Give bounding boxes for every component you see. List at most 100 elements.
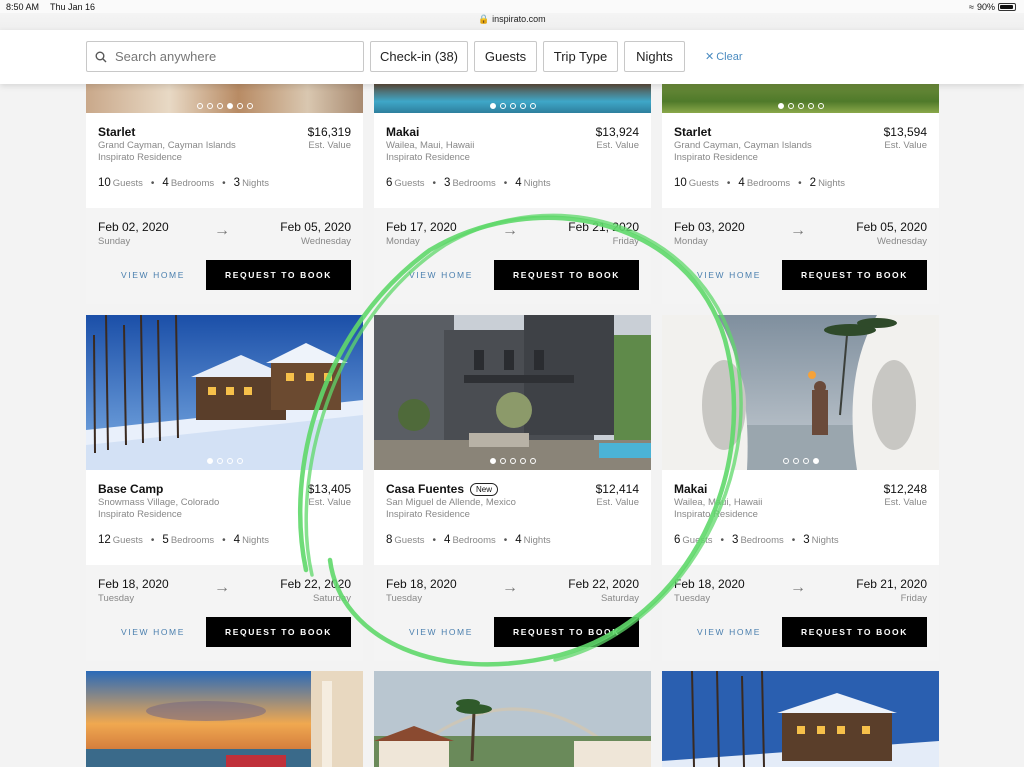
property-photo[interactable]	[662, 671, 939, 767]
checkout-date: Feb 21, 2020	[568, 220, 639, 234]
property-card[interactable]	[374, 671, 651, 767]
property-stats: 8 Guests • 4 Bedrooms • 4 Nights	[386, 534, 551, 546]
property-price: $12,414	[595, 482, 639, 496]
property-photo[interactable]	[86, 671, 363, 767]
property-stats: 10 Guests • 4 Bedrooms • 3 Nights	[98, 177, 269, 189]
search-icon	[95, 51, 107, 62]
view-home-link[interactable]: VIEW HOME	[409, 270, 473, 280]
checkout-date: Feb 05, 2020	[856, 220, 927, 234]
photo-carousel-dots[interactable]	[662, 458, 939, 464]
arrow-right-icon: →	[214, 222, 230, 239]
property-name[interactable]: Starlet	[674, 125, 711, 139]
checkout-date: Feb 21, 2020	[856, 577, 927, 591]
property-info: Starlet Grand Cayman, Cayman Islands Insp…	[86, 113, 363, 208]
checkin-date: Feb 03, 2020	[674, 220, 745, 234]
trip-type-filter-button[interactable]: Trip Type	[543, 41, 618, 72]
property-price: $13,594	[883, 125, 927, 139]
property-photo[interactable]	[86, 315, 363, 470]
sunset-ocean-photo	[86, 671, 363, 767]
view-home-link[interactable]: VIEW HOME	[409, 627, 473, 637]
checkout-day: Saturday	[312, 593, 351, 604]
checkin-day: Tuesday	[98, 593, 135, 604]
photo-carousel-dots[interactable]	[86, 103, 363, 109]
checkin-day: Sunday	[98, 236, 131, 247]
property-card[interactable]	[86, 671, 363, 767]
request-to-book-button[interactable]: REQUEST TO BOOK	[206, 260, 351, 290]
photo-carousel-dots[interactable]	[662, 103, 939, 109]
booking-dates: Feb 18, 2020 Tuesday → Feb 21, 2020 Frid…	[662, 565, 939, 661]
view-home-link[interactable]: VIEW HOME	[121, 627, 185, 637]
property-name[interactable]: Starlet	[98, 125, 135, 139]
property-location: Grand Cayman, Cayman Islands Inspirato Re…	[98, 140, 236, 163]
property-location: Wailea, Maui, Hawaii Inspirato Residence	[674, 497, 763, 520]
winter-lodge-photo	[662, 671, 939, 767]
property-card[interactable]: Starlet Grand Cayman, Cayman Islands Insp…	[86, 84, 363, 304]
checkin-filter-button[interactable]: Check-in (38)	[370, 41, 468, 72]
property-info: Casa Fuentes New San Miguel de Allende, M…	[374, 470, 651, 565]
request-to-book-button[interactable]: REQUEST TO BOOK	[494, 617, 639, 647]
booking-dates: Feb 17, 2020 Monday → Feb 21, 2020 Frida…	[374, 208, 651, 304]
address-bar[interactable]: 🔒 inspirato.com	[0, 14, 1024, 25]
est-value-label: Est. Value	[596, 497, 639, 508]
request-to-book-button[interactable]: REQUEST TO BOOK	[494, 260, 639, 290]
checkout-day: Friday	[900, 593, 927, 604]
property-name[interactable]: Makai	[674, 482, 707, 496]
checkout-date: Feb 22, 2020	[280, 577, 351, 591]
booking-dates: Feb 18, 2020 Tuesday → Feb 22, 2020 Satu…	[86, 565, 363, 661]
checkin-date: Feb 02, 2020	[98, 220, 169, 234]
checkout-date: Feb 22, 2020	[568, 577, 639, 591]
request-to-book-button[interactable]: REQUEST TO BOOK	[782, 260, 927, 290]
property-stats: 6 Guests • 3 Bedrooms • 4 Nights	[386, 177, 551, 189]
checkin-day: Monday	[386, 236, 420, 247]
request-to-book-button[interactable]: REQUEST TO BOOK	[206, 617, 351, 647]
search-input[interactable]	[115, 49, 355, 64]
clear-label: Clear	[716, 50, 743, 63]
status-date: Thu Jan 16	[50, 2, 96, 12]
clear-filters-link[interactable]: ✕ Clear	[705, 50, 743, 64]
arch-lanai-photo	[662, 315, 939, 470]
property-photo[interactable]	[662, 84, 939, 113]
property-name[interactable]: Base Camp	[98, 482, 163, 496]
property-info: Makai Wailea, Maui, Hawaii Inspirato Resi…	[374, 113, 651, 208]
close-icon: ✕	[705, 51, 715, 63]
checkin-date: Feb 18, 2020	[674, 577, 745, 591]
checkin-date: Feb 18, 2020	[386, 577, 457, 591]
checkout-day: Wednesday	[877, 236, 927, 247]
property-name[interactable]: Casa Fuentes New	[386, 482, 499, 496]
view-home-link[interactable]: VIEW HOME	[121, 270, 185, 280]
photo-carousel-dots[interactable]	[374, 103, 651, 109]
view-home-link[interactable]: VIEW HOME	[697, 270, 761, 280]
property-card[interactable]: Starlet Grand Cayman, Cayman Islands Insp…	[662, 84, 939, 304]
search-box[interactable]	[86, 41, 364, 72]
guests-filter-button[interactable]: Guests	[474, 41, 537, 72]
property-photo[interactable]	[374, 84, 651, 113]
property-stats: 6 Guests • 3 Bedrooms • 3 Nights	[674, 534, 839, 546]
booking-dates: Feb 18, 2020 Tuesday → Feb 22, 2020 Satu…	[374, 565, 651, 661]
view-home-link[interactable]: VIEW HOME	[697, 627, 761, 637]
nights-filter-button[interactable]: Nights	[624, 41, 685, 72]
property-card[interactable]: Makai Wailea, Maui, Hawaii Inspirato Resi…	[374, 84, 651, 304]
photo-carousel-dots[interactable]	[86, 458, 363, 464]
property-photo[interactable]	[374, 315, 651, 470]
property-name[interactable]: Makai	[386, 125, 419, 139]
property-photo[interactable]	[374, 671, 651, 767]
photo-carousel-dots[interactable]	[374, 458, 651, 464]
property-card[interactable]	[662, 671, 939, 767]
arrow-right-icon: →	[790, 579, 806, 596]
property-photo[interactable]	[86, 84, 363, 113]
property-info: Base Camp Snowmass Village, Colorado Insp…	[86, 470, 363, 565]
arrow-right-icon: →	[790, 222, 806, 239]
checkin-day: Tuesday	[386, 593, 423, 604]
property-photo[interactable]	[662, 315, 939, 470]
property-card[interactable]: Casa Fuentes New San Miguel de Allende, M…	[374, 315, 651, 661]
property-card[interactable]: Makai Wailea, Maui, Hawaii Inspirato Resi…	[662, 315, 939, 661]
battery-icon	[998, 3, 1016, 11]
new-badge: New	[470, 482, 499, 496]
checkin-day: Tuesday	[674, 593, 711, 604]
checkin-date: Feb 17, 2020	[386, 220, 457, 234]
request-to-book-button[interactable]: REQUEST TO BOOK	[782, 617, 927, 647]
booking-dates: Feb 03, 2020 Monday → Feb 05, 2020 Wedne…	[662, 208, 939, 304]
address-url: inspirato.com	[492, 14, 546, 24]
arrow-right-icon: →	[502, 222, 518, 239]
property-card[interactable]: Base Camp Snowmass Village, Colorado Insp…	[86, 315, 363, 661]
